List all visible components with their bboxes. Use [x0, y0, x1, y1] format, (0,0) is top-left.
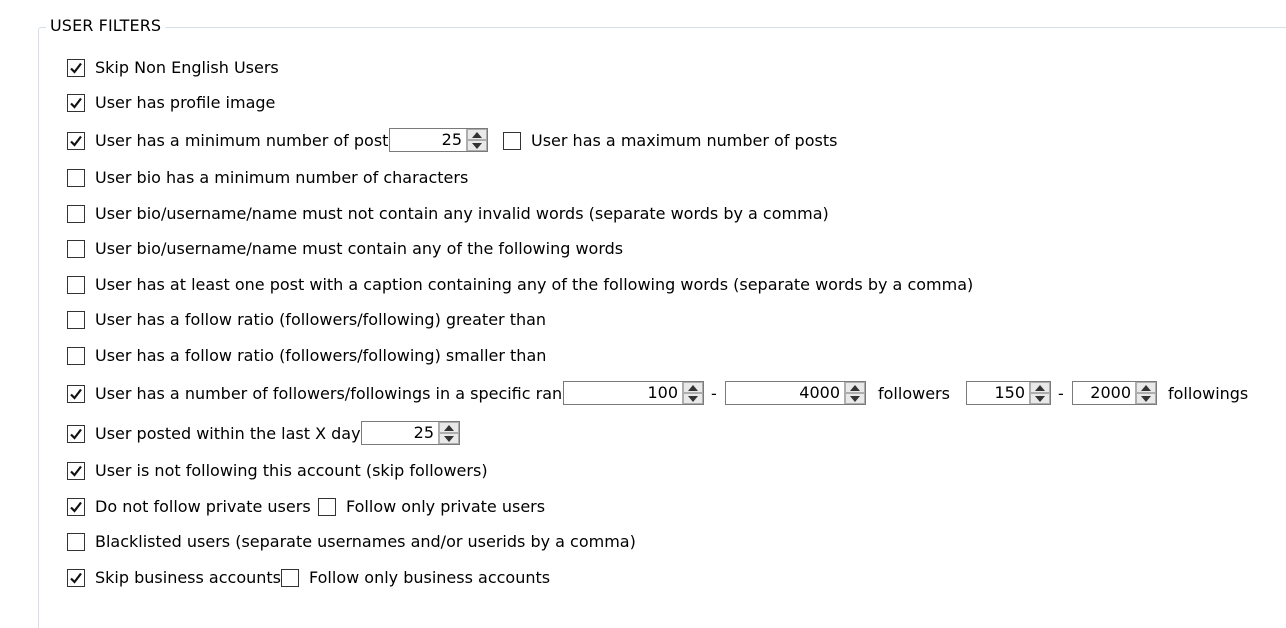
checkbox-label: User has a minimum number of posts [95, 131, 397, 150]
filter-follower-range[interactable]: User has a number of followers/following… [67, 382, 582, 406]
checkbox[interactable] [503, 132, 521, 150]
filter-min-posts[interactable]: User has a minimum number of posts [67, 129, 397, 153]
filter-only-private-users[interactable]: Follow only private users [318, 495, 545, 519]
checkbox[interactable] [67, 240, 85, 258]
checkbox-label: User has at least one post with a captio… [95, 275, 974, 294]
filter-max-posts[interactable]: User has a maximum number of posts [503, 129, 837, 153]
checkbox[interactable] [281, 569, 299, 587]
checkbox[interactable] [67, 347, 85, 365]
checkbox-label: Follow only private users [346, 497, 546, 516]
decrement-arrow-icon[interactable] [845, 393, 865, 404]
stepper-value[interactable]: 150 [967, 382, 1029, 404]
followers-min-stepper[interactable]: 100 [563, 381, 704, 405]
checkbox[interactable] [67, 132, 85, 150]
filter-required-words[interactable]: User bio/username/name must contain any … [67, 237, 623, 261]
filter-posted-within-days[interactable]: User posted within the last X days [67, 422, 369, 446]
stepper-value[interactable]: 25 [390, 129, 466, 151]
group-title: USER FILTERS [46, 16, 166, 36]
filter-skip-followers[interactable]: User is not following this account (skip… [67, 459, 488, 483]
checkbox[interactable] [67, 498, 85, 516]
stepper-value[interactable]: 4000 [726, 382, 844, 404]
increment-arrow-icon[interactable] [683, 382, 703, 393]
min-posts-stepper[interactable]: 25 [389, 128, 488, 152]
stepper-value[interactable]: 25 [362, 422, 438, 444]
checkbox[interactable] [67, 94, 85, 112]
checkbox[interactable] [67, 59, 85, 77]
filter-skip-business[interactable]: Skip business accounts [67, 566, 281, 590]
increment-arrow-icon[interactable] [439, 422, 459, 433]
checkbox-label: Skip business accounts [95, 568, 282, 587]
checkbox-label: Blacklisted users (separate usernames an… [95, 532, 636, 551]
filter-invalid-words[interactable]: User bio/username/name must not contain … [67, 202, 829, 226]
stepper-value[interactable]: 2000 [1073, 382, 1135, 404]
followings-min-stepper[interactable]: 150 [966, 381, 1051, 405]
checkbox-label: User has a maximum number of posts [531, 131, 838, 150]
checkbox-label: User bio has a minimum number of charact… [95, 168, 469, 187]
stepper-value[interactable]: 100 [564, 382, 682, 404]
checkbox[interactable] [67, 425, 85, 443]
posted-days-stepper[interactable]: 25 [361, 421, 460, 445]
range-separator: - [711, 384, 717, 403]
followers-unit-label: followers [878, 384, 950, 403]
checkbox-label: User bio/username/name must contain any … [95, 239, 624, 258]
checkbox-label: Skip Non English Users [95, 58, 279, 77]
filter-only-business[interactable]: Follow only business accounts [281, 566, 550, 590]
increment-arrow-icon[interactable] [1136, 382, 1156, 393]
checkbox[interactable] [67, 462, 85, 480]
followings-unit-label: followings [1168, 384, 1249, 403]
checkbox-label: Follow only business accounts [309, 568, 551, 587]
followings-max-stepper[interactable]: 2000 [1072, 381, 1157, 405]
checkbox-label: User is not following this account (skip… [95, 461, 488, 480]
filter-ratio-greater[interactable]: User has a follow ratio (followers/follo… [67, 308, 546, 332]
decrement-arrow-icon[interactable] [1136, 393, 1156, 404]
filter-blacklisted-users[interactable]: Blacklisted users (separate usernames an… [67, 530, 636, 554]
checkbox[interactable] [67, 533, 85, 551]
increment-arrow-icon[interactable] [1030, 382, 1050, 393]
checkbox[interactable] [67, 569, 85, 587]
checkbox-label: User bio/username/name must not contain … [95, 204, 829, 223]
checkbox[interactable] [67, 385, 85, 403]
decrement-arrow-icon[interactable] [1030, 393, 1050, 404]
range-separator: - [1058, 384, 1064, 403]
decrement-arrow-icon[interactable] [439, 433, 459, 444]
decrement-arrow-icon[interactable] [683, 393, 703, 404]
checkbox[interactable] [67, 205, 85, 223]
checkbox-label: User has a follow ratio (followers/follo… [95, 346, 547, 365]
checkbox-label: User has a follow ratio (followers/follo… [95, 310, 547, 329]
checkbox-label: Do not follow private users [95, 497, 311, 516]
followers-max-stepper[interactable]: 4000 [725, 381, 866, 405]
checkbox-label: User posted within the last X days [95, 424, 369, 443]
checkbox[interactable] [67, 169, 85, 187]
filter-bio-min-chars[interactable]: User bio has a minimum number of charact… [67, 166, 468, 190]
increment-arrow-icon[interactable] [467, 129, 487, 140]
checkbox[interactable] [67, 311, 85, 329]
filter-skip-non-english[interactable]: Skip Non English Users [67, 56, 279, 80]
filter-ratio-smaller[interactable]: User has a follow ratio (followers/follo… [67, 344, 546, 368]
filter-caption-words[interactable]: User has at least one post with a captio… [67, 273, 973, 297]
increment-arrow-icon[interactable] [845, 382, 865, 393]
decrement-arrow-icon[interactable] [467, 140, 487, 151]
filter-no-private-users[interactable]: Do not follow private users [67, 495, 311, 519]
checkbox-label: User has a number of followers/following… [95, 384, 583, 403]
filter-profile-image[interactable]: User has profile image [67, 91, 275, 115]
checkbox[interactable] [318, 498, 336, 516]
checkbox-label: User has profile image [95, 93, 276, 112]
checkbox[interactable] [67, 276, 85, 294]
